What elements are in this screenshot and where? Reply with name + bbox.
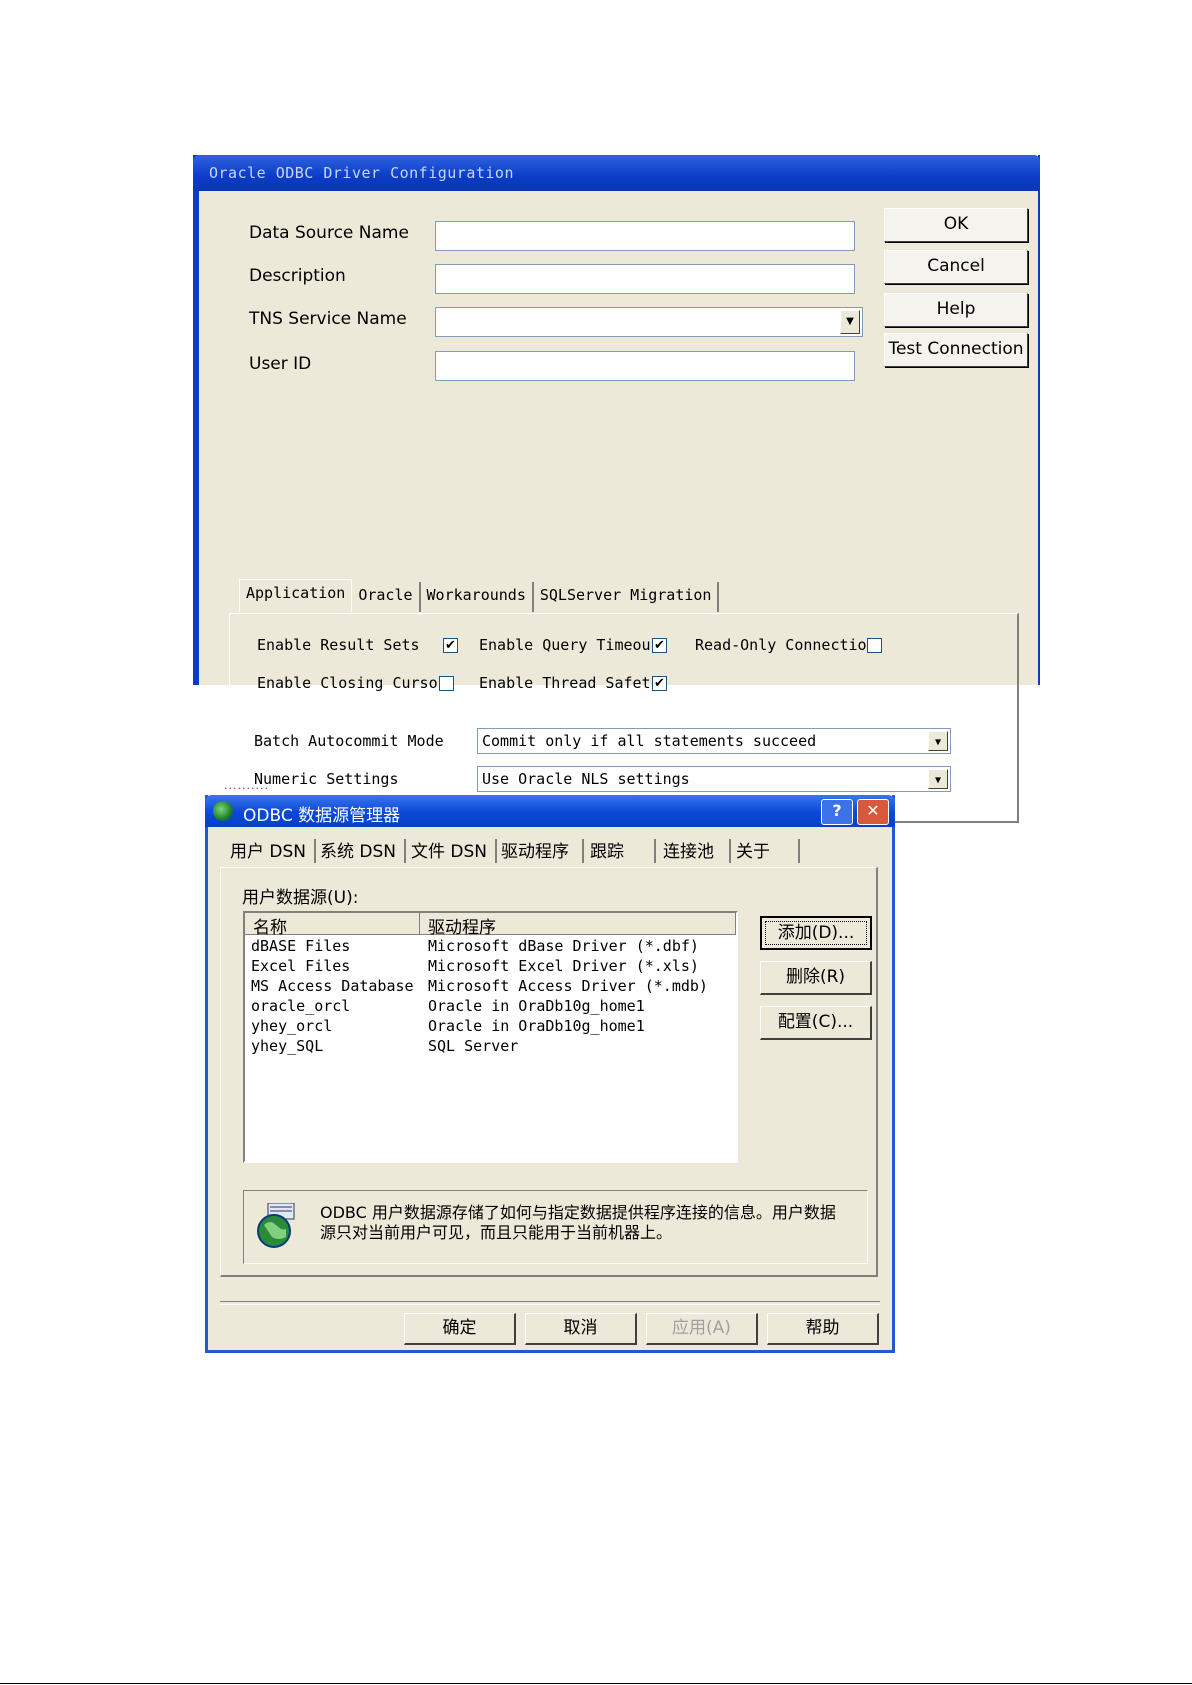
enable-result-sets-checkbox[interactable]: ✔: [443, 638, 458, 653]
enable-result-sets-label: Enable Result Sets: [257, 636, 420, 654]
dsn-driver: Oracle in OraDb10g_home1: [428, 1017, 645, 1035]
data-source-name-input[interactable]: [435, 221, 855, 251]
batch-autocommit-value: Commit only if all statements succeed: [482, 732, 817, 750]
page-bottom-rule: [0, 1683, 1192, 1684]
oracle-odbc-config-dialog: Oracle ODBC Driver Configuration Data So…: [193, 155, 1040, 823]
enable-query-timeout-label: Enable Query Timeou: [479, 636, 651, 654]
oracle-tabs: Application Oracle Workarounds SQLServer…: [239, 579, 720, 612]
tab-separator: [654, 839, 656, 863]
dsn-name: MS Access Database: [251, 977, 414, 995]
tab-workarounds[interactable]: Workarounds: [421, 582, 534, 612]
test-connection-button[interactable]: Test Connection: [884, 333, 1028, 367]
dsn-name: Excel Files: [251, 957, 351, 975]
batch-autocommit-select[interactable]: Commit only if all statements succeed ▼: [477, 728, 951, 754]
column-header-driver[interactable]: 驱动程序: [420, 913, 736, 938]
odbc-globe-icon: [257, 1203, 295, 1248]
ok-button[interactable]: OK: [884, 208, 1028, 242]
dropdown-arrow-icon[interactable]: ▼: [928, 731, 948, 751]
tab-file-dsn[interactable]: 文件 DSN: [411, 837, 487, 862]
dsn-name: yhey_orcl: [251, 1017, 333, 1035]
tab-about[interactable]: 关于: [736, 837, 770, 862]
tab-separator: [404, 839, 406, 863]
tab-application[interactable]: Application: [239, 579, 353, 612]
oracle-dialog-title: Oracle ODBC Driver Configuration: [209, 164, 514, 182]
enable-thread-safety-checkbox[interactable]: ✔: [652, 676, 667, 691]
numeric-settings-select[interactable]: Use Oracle NLS settings ▼: [477, 766, 951, 792]
dsn-name: dBASE Files: [251, 937, 351, 955]
user-id-label: User ID: [249, 354, 312, 374]
tab-user-dsn[interactable]: 用户 DSN: [230, 837, 306, 862]
apply-button[interactable]: 应用(A): [646, 1313, 758, 1345]
tab-system-dsn[interactable]: 系统 DSN: [320, 837, 396, 862]
tab-sqlserver-migration[interactable]: SQLServer Migration: [534, 582, 720, 612]
dotted-separator: ..........: [224, 779, 269, 792]
tab-drivers[interactable]: 驱动程序: [501, 837, 569, 862]
enable-query-timeout-checkbox[interactable]: ✔: [652, 638, 667, 653]
odbc-dialog-title: ODBC 数据源管理器: [243, 806, 401, 826]
list-item[interactable]: yhey_SQL SQL Server: [251, 1037, 518, 1055]
cancel-button[interactable]: 取消: [525, 1313, 637, 1345]
remove-button[interactable]: 删除(R): [760, 961, 872, 995]
user-data-sources-label: 用户数据源(U):: [242, 888, 359, 908]
list-item[interactable]: oracle_orcl Oracle in OraDb10g_home1: [251, 997, 645, 1015]
batch-autocommit-label: Batch Autocommit Mode: [254, 732, 444, 750]
dsn-driver: Microsoft Access Driver (*.mdb): [428, 977, 708, 995]
read-only-connection-label: Read-Only Connectio: [695, 636, 867, 654]
tns-service-name-label: TNS Service Name: [249, 309, 407, 329]
odbc-dialog-titlebar[interactable]: ODBC 数据源管理器 ? ✕: [205, 795, 895, 827]
cancel-button[interactable]: Cancel: [884, 250, 1028, 284]
help-button[interactable]: 帮助: [767, 1313, 879, 1345]
user-data-sources-list[interactable]: 名称 驱动程序 dBASE Files Microsoft dBase Drive…: [243, 911, 738, 1163]
dsn-name: yhey_SQL: [251, 1037, 324, 1055]
data-source-name-label: Data Source Name: [249, 223, 409, 243]
oracle-dialog-titlebar[interactable]: Oracle ODBC Driver Configuration: [193, 155, 1040, 191]
read-only-connection-checkbox[interactable]: [867, 638, 882, 653]
dsn-name: oracle_orcl: [251, 997, 351, 1015]
divider: [220, 1301, 880, 1305]
enable-closing-cursor-label: Enable Closing Curso: [257, 674, 438, 692]
odbc-data-source-administrator-dialog: ODBC 数据源管理器 ? ✕ 用户 DSN 系统 DSN 文件 DSN 驱动程…: [205, 795, 895, 1353]
tab-separator: [314, 839, 316, 863]
tab-separator: [798, 839, 800, 863]
info-description: ODBC 用户数据源存储了如何与指定数据提供程序连接的信息。用户数据源只对当前用…: [320, 1203, 836, 1242]
numeric-settings-label: Numeric Settings: [254, 770, 399, 788]
description-input[interactable]: [435, 264, 855, 294]
odbc-globe-icon: [213, 801, 233, 821]
column-header-name[interactable]: 名称: [245, 913, 420, 938]
dsn-driver: Microsoft Excel Driver (*.xls): [428, 957, 699, 975]
tab-separator: [582, 839, 584, 863]
help-button[interactable]: Help: [884, 293, 1028, 327]
tab-oracle[interactable]: Oracle: [352, 582, 421, 612]
enable-closing-cursor-checkbox[interactable]: [439, 676, 454, 691]
list-item[interactable]: yhey_orcl Oracle in OraDb10g_home1: [251, 1017, 645, 1035]
close-icon[interactable]: ✕: [857, 799, 889, 825]
dsn-driver: SQL Server: [428, 1037, 519, 1055]
tab-separator: [729, 839, 731, 863]
list-item[interactable]: MS Access Database Microsoft Access Drive…: [251, 977, 708, 995]
add-button[interactable]: 添加(D)...: [760, 916, 872, 950]
tab-separator: [495, 839, 497, 863]
configure-button[interactable]: 配置(C)...: [760, 1006, 872, 1040]
info-panel: ODBC 用户数据源存储了如何与指定数据提供程序连接的信息。用户数据源只对当前用…: [243, 1190, 868, 1264]
tab-connection-pooling[interactable]: 连接池: [663, 837, 714, 862]
dsn-driver: Oracle in OraDb10g_home1: [428, 997, 645, 1015]
tab-tracing[interactable]: 跟踪: [590, 837, 624, 862]
dropdown-arrow-icon[interactable]: ▼: [928, 769, 948, 789]
ok-button[interactable]: 确定: [404, 1313, 516, 1345]
tns-service-name-combo[interactable]: ▼: [435, 307, 863, 337]
numeric-settings-value: Use Oracle NLS settings: [482, 770, 690, 788]
enable-thread-safety-label: Enable Thread Safet: [479, 674, 651, 692]
list-item[interactable]: Excel Files Microsoft Excel Driver (*.xls…: [251, 957, 699, 975]
dsn-driver: Microsoft dBase Driver (*.dbf): [428, 937, 699, 955]
description-label: Description: [249, 266, 346, 286]
help-titlebar-button[interactable]: ?: [821, 799, 853, 825]
dropdown-arrow-icon[interactable]: ▼: [840, 310, 860, 334]
list-item[interactable]: dBASE Files Microsoft dBase Driver (*.dbf…: [251, 937, 699, 955]
user-id-input[interactable]: [435, 351, 855, 381]
